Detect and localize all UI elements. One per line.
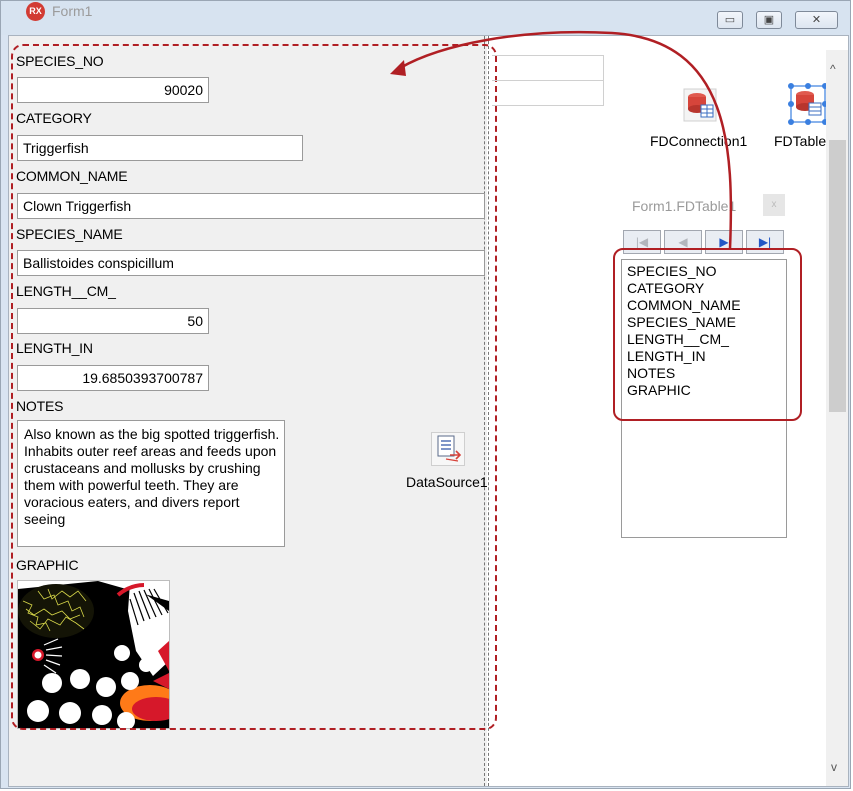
drag-arrow-annotation: [390, 30, 733, 250]
